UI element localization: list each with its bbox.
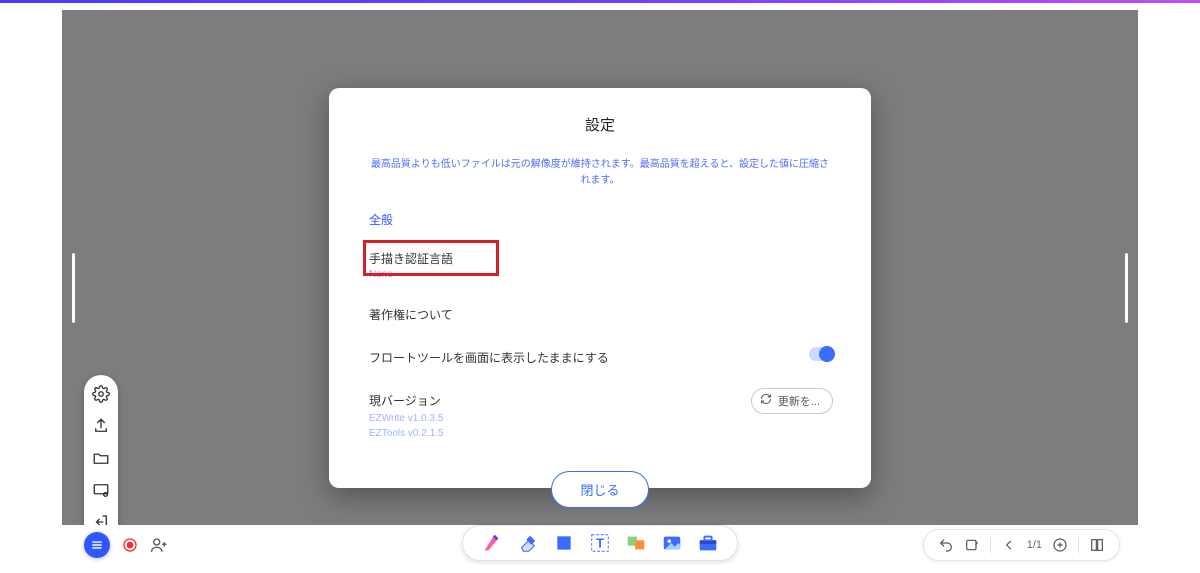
record-button[interactable] [122,537,138,553]
version-eztools: EZTools v0.2.1.5 [369,427,831,442]
left-edge-handle[interactable] [72,253,75,323]
toolbox-tool[interactable] [697,532,719,554]
bottom-bar: T [62,525,1138,565]
settings-dialog: 設定 最高品質よりも低いファイルは元の解像度が維持されます。最高品質を超えると、… [329,88,871,488]
page-overview-button[interactable] [1089,537,1105,553]
right-edge-handle[interactable] [1125,253,1128,323]
pages-icon [1089,537,1105,553]
float-tool-label: フロートツールを画面に表示したままにする [369,349,831,366]
separator [990,537,991,553]
handwriting-language-row[interactable]: 手描き認証言語 None [369,244,831,286]
close-button[interactable]: 閉じる [551,471,648,508]
menu-icon [90,538,104,552]
copyright-label: 著作権について [369,306,831,323]
viewport-frame: 設定 最高品質よりも低いファイルは元の解像度が維持されます。最高品質を超えると、… [0,0,1200,573]
side-toolbar [84,375,118,541]
whiteboard-canvas[interactable]: 設定 最高品質よりも低いファイルは元の解像度が維持されます。最高品質を超えると、… [62,10,1138,565]
sticky-note-tool[interactable] [625,532,647,554]
window-top-accent [0,0,1200,3]
float-tool-row: フロートツールを画面に表示したままにする [369,343,831,372]
add-person-icon [150,536,168,554]
chevron-left-icon [1002,538,1016,552]
float-tool-toggle[interactable] [809,347,833,361]
menu-button[interactable] [84,532,110,558]
share-icon[interactable] [92,417,110,435]
prev-page-button[interactable] [1001,537,1017,553]
undo-button[interactable] [938,537,954,553]
tool-dock: T [462,525,738,561]
handwriting-language-value: None [369,269,831,280]
check-update-button[interactable]: 更新を... [751,388,833,414]
redo-icon [964,537,980,553]
redo-button[interactable] [964,537,980,553]
copyright-row[interactable]: 著作権について [369,300,831,329]
handwriting-language-label: 手描き認証言語 [369,250,831,267]
svg-text:T: T [596,536,604,551]
eraser-tool[interactable] [517,532,539,554]
folder-icon[interactable] [92,449,110,467]
bottom-left-group [62,532,168,558]
add-page-button[interactable] [1052,537,1068,553]
select-tool[interactable] [553,532,575,554]
section-general: 全般 [369,211,831,228]
version-row: 現バージョン EZWrite v1.0.3.5 EZTools v0.2.1.5… [369,386,831,447]
undo-icon [938,537,954,553]
text-tool[interactable]: T [589,532,611,554]
plus-circle-icon [1052,537,1068,553]
close-button-label: 閉じる [580,483,619,498]
refresh-icon [760,393,772,405]
settings-title: 設定 [369,114,831,135]
record-icon [122,537,138,553]
version-ezwrite: EZWrite v1.0.3.5 [369,412,831,427]
screen-icon[interactable] [92,481,110,499]
image-tool[interactable] [661,532,683,554]
page-controls: 1/1 [923,529,1120,561]
pen-tool[interactable] [481,532,503,554]
check-update-label: 更新を... [778,396,820,408]
settings-icon[interactable] [92,385,110,403]
settings-description: 最高品質よりも低いファイルは元の解像度が維持されます。最高品質を超えると、設定し… [369,157,831,189]
page-indicator: 1/1 [1027,539,1042,551]
separator-2 [1078,537,1079,553]
add-person-button[interactable] [150,536,168,554]
